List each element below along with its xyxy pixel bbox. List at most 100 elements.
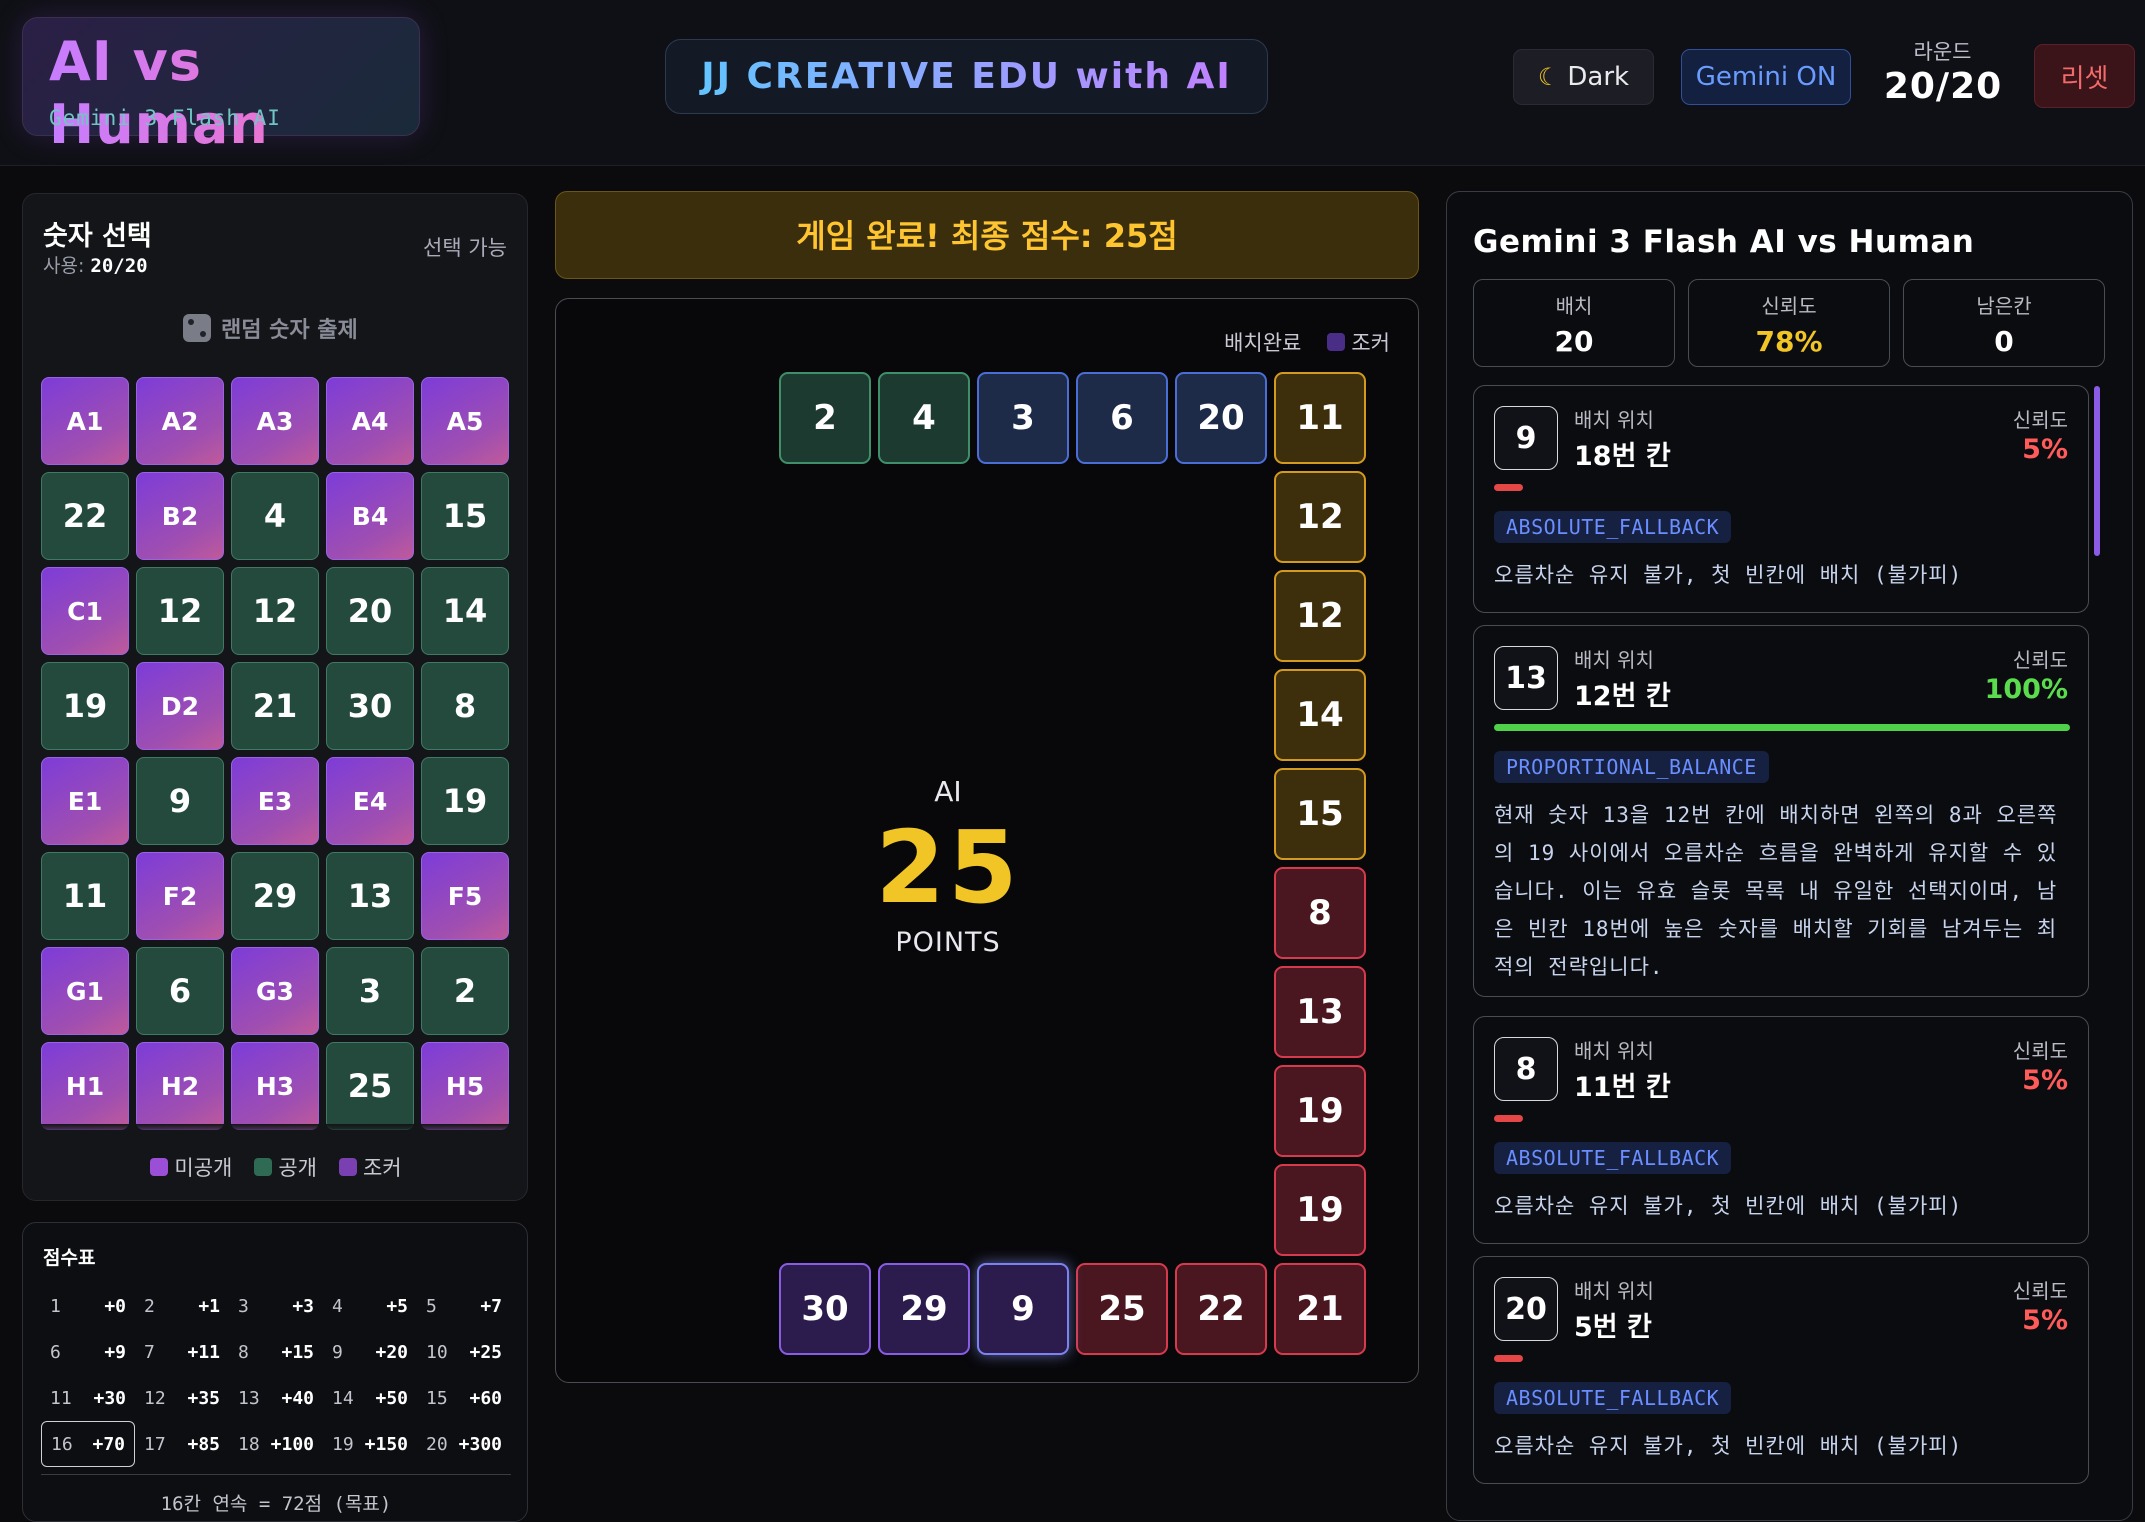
board-slot[interactable]: 30 [779, 1263, 871, 1355]
random-number-button[interactable]: 랜덤 숫자 출제 [183, 312, 358, 344]
open-number-card[interactable]: 13 [326, 852, 414, 940]
board-legend-item: 조커 [1327, 327, 1390, 357]
open-number-card[interactable]: 8 [421, 662, 509, 750]
slot-count: 11 [50, 1387, 72, 1409]
board-slot[interactable]: 19 [1274, 1065, 1366, 1157]
open-number-card[interactable]: 20 [326, 567, 414, 655]
hidden-number-card[interactable]: A1 [41, 377, 129, 465]
confidence-value: 100% [1984, 674, 2068, 705]
title-banner: JJ CREATIVE EDU with AI [665, 39, 1268, 114]
slot-points: +1 [198, 1295, 220, 1317]
open-number-card[interactable]: 9 [136, 757, 224, 845]
board-slot[interactable]: 21 [1274, 1263, 1366, 1355]
slot-points: +60 [469, 1387, 502, 1409]
slot-points: +3 [292, 1295, 314, 1317]
hidden-number-card[interactable]: H3 [231, 1042, 319, 1130]
open-number-card[interactable]: 19 [41, 662, 129, 750]
confidence-bar [1494, 724, 2070, 731]
open-number-card[interactable]: 21 [231, 662, 319, 750]
hidden-number-card[interactable]: G1 [41, 947, 129, 1035]
open-number-card[interactable]: 3 [326, 947, 414, 1035]
open-number-card[interactable]: 6 [136, 947, 224, 1035]
confidence-value: 5% [2022, 1305, 2068, 1336]
slot-count: 4 [332, 1295, 343, 1317]
open-number-card[interactable]: 19 [421, 757, 509, 845]
hidden-number-card[interactable]: A5 [421, 377, 509, 465]
reset-button[interactable]: 리셋 [2034, 44, 2135, 108]
open-number-card[interactable]: 12 [136, 567, 224, 655]
decision-list-scrollbar[interactable] [2094, 386, 2100, 556]
hidden-number-card[interactable]: E3 [231, 757, 319, 845]
dice-icon [183, 314, 211, 342]
position-label: 배치 위치 [1574, 1039, 1654, 1063]
open-number-card[interactable]: 30 [326, 662, 414, 750]
score-entry: 2 +1 [135, 1283, 229, 1329]
open-number-card[interactable]: 15 [421, 472, 509, 560]
open-number-card[interactable]: 11 [41, 852, 129, 940]
slot-count: 3 [238, 1295, 249, 1317]
hidden-number-card[interactable]: F2 [136, 852, 224, 940]
round-label: 라운드 [1913, 40, 1972, 64]
ai-decision-card: 20 배치 위치 5번 칸 신뢰도 5% ABSOLUTE_FALLBACK 오름차순 유지… [1473, 1256, 2089, 1484]
open-number-card[interactable]: 2 [421, 947, 509, 1035]
board-slot[interactable]: 4 [878, 372, 970, 464]
confidence-bar-fill [1494, 724, 2070, 731]
score-entry: 15 +60 [417, 1375, 511, 1421]
hidden-number-card[interactable]: A4 [326, 377, 414, 465]
hidden-number-card[interactable]: H2 [136, 1042, 224, 1130]
slot-points: +40 [281, 1387, 314, 1409]
open-number-card[interactable]: 4 [231, 472, 319, 560]
hidden-number-card[interactable]: A3 [231, 377, 319, 465]
slot-points: +0 [104, 1295, 126, 1317]
board-slot[interactable]: 29 [878, 1263, 970, 1355]
gemini-toggle-button[interactable]: Gemini ON [1681, 49, 1851, 105]
board-slot[interactable]: 22 [1175, 1263, 1267, 1355]
divider [41, 1474, 511, 1475]
board-slot[interactable]: 9 [977, 1263, 1069, 1355]
stat-label: 배치 [1555, 294, 1593, 318]
board-slot[interactable]: 25 [1076, 1263, 1168, 1355]
board-slot[interactable]: 19 [1274, 1164, 1366, 1256]
board-slot[interactable]: 13 [1274, 966, 1366, 1058]
open-number-card[interactable]: 29 [231, 852, 319, 940]
hidden-number-card[interactable]: E4 [326, 757, 414, 845]
open-number-card[interactable]: 25 [326, 1042, 414, 1130]
hidden-number-card[interactable]: H5 [421, 1042, 509, 1130]
slot-count: 6 [50, 1341, 61, 1363]
hidden-number-card[interactable]: B4 [326, 472, 414, 560]
hidden-number-card[interactable]: D2 [136, 662, 224, 750]
board-slot[interactable]: 11 [1274, 372, 1366, 464]
board-slot[interactable]: 3 [977, 372, 1069, 464]
hidden-number-card[interactable]: A2 [136, 377, 224, 465]
open-number-card[interactable]: 14 [421, 567, 509, 655]
board-slot[interactable]: 12 [1274, 471, 1366, 563]
legend-item: 공개 [254, 1152, 317, 1182]
hidden-number-card[interactable]: F5 [421, 852, 509, 940]
score-entry: 3 +3 [229, 1283, 323, 1329]
board-slot[interactable]: 14 [1274, 669, 1366, 761]
board-slot[interactable]: 12 [1274, 570, 1366, 662]
strategy-tag: PROPORTIONAL_BALANCE [1494, 751, 1769, 783]
board-slot[interactable]: 6 [1076, 372, 1168, 464]
score-entry: 8 +15 [229, 1329, 323, 1375]
open-number-card[interactable]: 22 [41, 472, 129, 560]
board-slot[interactable]: 20 [1175, 372, 1267, 464]
hidden-number-card[interactable]: C1 [41, 567, 129, 655]
theme-toggle-button[interactable]: ☾ Dark [1513, 49, 1654, 105]
random-number-label: 랜덤 숫자 출제 [221, 318, 358, 343]
board-slot[interactable]: 2 [779, 372, 871, 464]
confidence-value: 5% [2022, 1065, 2068, 1096]
hidden-number-card[interactable]: H1 [41, 1042, 129, 1130]
open-number-card[interactable]: 12 [231, 567, 319, 655]
slot-points: +50 [375, 1387, 408, 1409]
strategy-tag: ABSOLUTE_FALLBACK [1494, 511, 1732, 543]
panel-title: 숫자 선택 [43, 221, 152, 252]
score-entry: 1 +0 [41, 1283, 135, 1329]
score-entry: 9 +20 [323, 1329, 417, 1375]
score-unit: POINTS [895, 927, 1001, 958]
hidden-number-card[interactable]: E1 [41, 757, 129, 845]
hidden-number-card[interactable]: B2 [136, 472, 224, 560]
hidden-number-card[interactable]: G3 [231, 947, 319, 1035]
slot-points: +7 [480, 1295, 502, 1317]
round-value: 20/20 [1883, 66, 2003, 107]
